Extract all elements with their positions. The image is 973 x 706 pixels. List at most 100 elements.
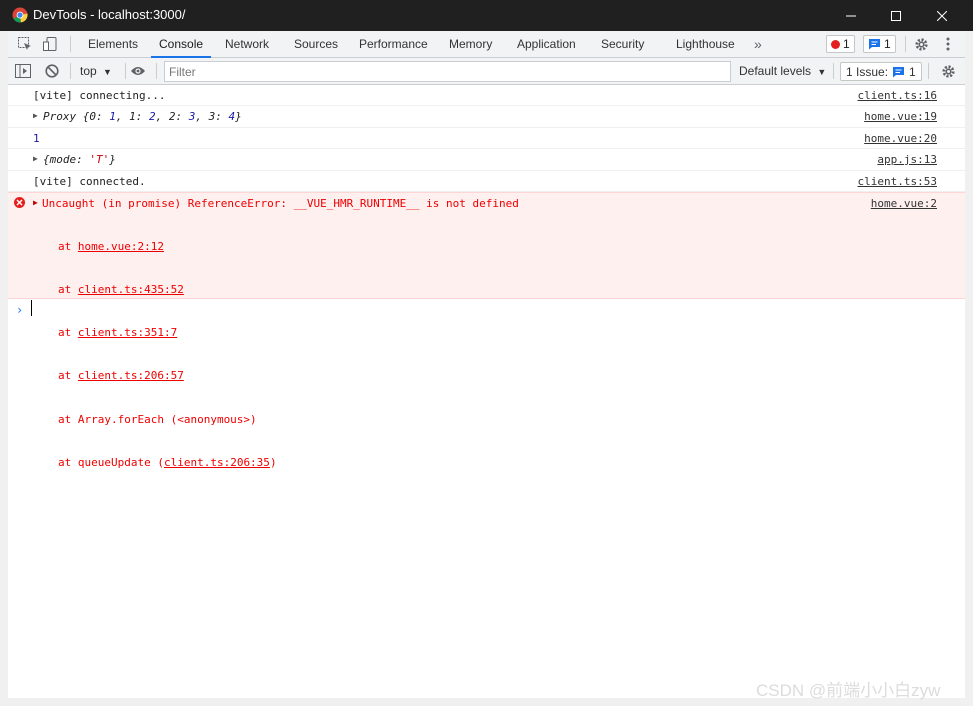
error-text: Uncaught (in promise) ReferenceError: __…: [42, 197, 519, 210]
source-link[interactable]: home.vue:20: [864, 132, 937, 145]
proxy-object-preview[interactable]: Proxy {0: 1, 1: 2, 2: 3, 3: 4}: [43, 110, 242, 123]
toolbar-divider: [156, 63, 157, 79]
toolbar-divider: [833, 63, 834, 79]
source-link[interactable]: client.ts:16: [858, 89, 937, 102]
error-icon: [831, 39, 840, 49]
error-count-badge[interactable]: 1: [826, 35, 855, 53]
stack-frame: at home.vue:2:12: [58, 239, 164, 253]
console-message: [vite] connecting... client.ts:16: [8, 85, 965, 106]
window-frame-right: [965, 31, 973, 699]
error-count: 1: [843, 37, 850, 51]
devtools-panel: Elements Console Network Sources Perform…: [8, 31, 965, 698]
minimize-icon: [846, 15, 856, 16]
error-stack-trace: at home.vue:2:12 at client.ts:435:52 at …: [58, 211, 277, 499]
issues-count: 1: [909, 64, 916, 79]
close-button[interactable]: [919, 0, 965, 31]
clear-console-button[interactable]: [44, 63, 60, 79]
error-icon: [14, 197, 25, 208]
stack-frame: at queueUpdate (client.ts:206:35): [58, 455, 277, 469]
message-text: [vite] connected.: [33, 175, 146, 188]
close-icon: [937, 10, 947, 21]
log-levels-label: Default levels: [739, 64, 812, 78]
tab-performance[interactable]: Performance: [359, 31, 428, 58]
tab-application[interactable]: Application: [517, 31, 576, 58]
sidebar-toggle-icon: [15, 64, 31, 78]
more-tabs-button[interactable]: »: [754, 31, 762, 58]
live-expression-button[interactable]: [130, 63, 146, 79]
stack-link[interactable]: home.vue:2:12: [78, 240, 164, 253]
source-link[interactable]: client.ts:53: [858, 175, 937, 188]
dropdown-arrow-icon: ▼: [817, 67, 827, 77]
console-error-message: ▶ Uncaught (in promise) ReferenceError: …: [8, 192, 965, 469]
toolbar-divider: [70, 63, 71, 79]
tab-security[interactable]: Security: [601, 31, 644, 58]
watermark: CSDN @前端小小白zyw: [756, 681, 941, 700]
context-value: top: [80, 64, 97, 78]
title-bar: DevTools - localhost:3000/: [0, 0, 973, 31]
tab-memory[interactable]: Memory: [449, 31, 492, 58]
console-toolbar: top ▼ Default levels ▼ 1 Issue:: [8, 58, 965, 85]
issues-label: 1 Issue:: [846, 64, 889, 79]
stack-link[interactable]: client.ts:206:35: [164, 456, 270, 469]
tab-console[interactable]: Console: [151, 31, 212, 58]
source-link[interactable]: home.vue:19: [864, 110, 937, 123]
main-tab-bar: Elements Console Network Sources Perform…: [8, 31, 965, 58]
minimize-button[interactable]: [828, 0, 874, 31]
inspect-element-button[interactable]: [17, 36, 33, 52]
maximize-icon: [891, 10, 901, 21]
stack-link[interactable]: client.ts:351:7: [78, 326, 177, 339]
message-count-badge[interactable]: 1: [863, 35, 896, 53]
toolbar-divider: [125, 63, 126, 79]
devtools-window: DevTools - localhost:3000/ Elements Cons…: [0, 0, 973, 706]
log-levels-dropdown[interactable]: Default levels ▼: [739, 58, 826, 85]
message-count: 1: [884, 37, 891, 51]
tab-lighthouse[interactable]: Lighthouse: [676, 31, 735, 58]
dropdown-arrow-icon: ▼: [103, 67, 112, 77]
window-frame-left: [0, 31, 8, 699]
tab-network[interactable]: Network: [225, 31, 269, 58]
tab-divider: [70, 36, 71, 52]
object-preview[interactable]: {mode: 'T'}: [43, 153, 116, 166]
proxy-label: Proxy: [43, 110, 77, 123]
stack-frame: at client.ts:206:57: [58, 369, 184, 383]
toolbar-divider: [928, 63, 929, 79]
settings-button[interactable]: [913, 36, 929, 52]
eye-icon: [131, 67, 145, 75]
expand-triangle-icon[interactable]: ▶: [33, 198, 38, 207]
console-message: ▶ Proxy {0: 1, 1: 2, 2: 3, 3: 4} home.vu…: [8, 106, 965, 128]
clear-icon: [45, 64, 59, 78]
console-message: [vite] connected. client.ts:53: [8, 171, 965, 192]
context-selector[interactable]: top ▼: [80, 58, 112, 85]
console-output: [vite] connecting... client.ts:16 ▶ Prox…: [8, 85, 965, 469]
inspect-icon: [18, 37, 31, 50]
stack-link[interactable]: client.ts:435:52: [78, 283, 184, 296]
window-title: DevTools - localhost:3000/: [33, 7, 186, 22]
show-sidebar-button[interactable]: [15, 63, 31, 79]
customize-menu-button[interactable]: [940, 36, 956, 52]
tab-elements[interactable]: Elements: [88, 31, 138, 58]
stack-frame: at client.ts:351:7: [58, 326, 178, 340]
kebab-menu-icon: [946, 37, 950, 51]
maximize-button[interactable]: [873, 0, 919, 31]
expand-triangle-icon[interactable]: ▶: [33, 154, 38, 163]
stack-frame: at client.ts:435:52: [58, 283, 184, 297]
device-toolbar-button[interactable]: [42, 36, 58, 52]
console-message: ▶ {mode: 'T'} app.js:13: [8, 149, 965, 171]
message-icon: [893, 66, 905, 77]
filter-input[interactable]: [164, 61, 731, 82]
issues-button[interactable]: 1 Issue: 1: [840, 62, 922, 81]
expand-triangle-icon[interactable]: ▶: [33, 111, 38, 120]
console-prompt-icon: ›: [16, 303, 24, 317]
console-input[interactable]: [31, 300, 32, 316]
message-icon: [869, 39, 880, 50]
message-text: [vite] connecting...: [33, 89, 166, 102]
source-link[interactable]: home.vue:2: [871, 197, 937, 210]
source-link[interactable]: app.js:13: [877, 153, 937, 166]
stack-frame: at Array.forEach (<anonymous>): [58, 412, 257, 426]
device-icon: [43, 37, 57, 51]
tab-sources[interactable]: Sources: [294, 31, 338, 58]
console-settings-button[interactable]: [940, 63, 956, 79]
message-number: 1: [33, 132, 40, 145]
gear-icon: [941, 64, 955, 78]
stack-link[interactable]: client.ts:206:57: [78, 369, 184, 382]
